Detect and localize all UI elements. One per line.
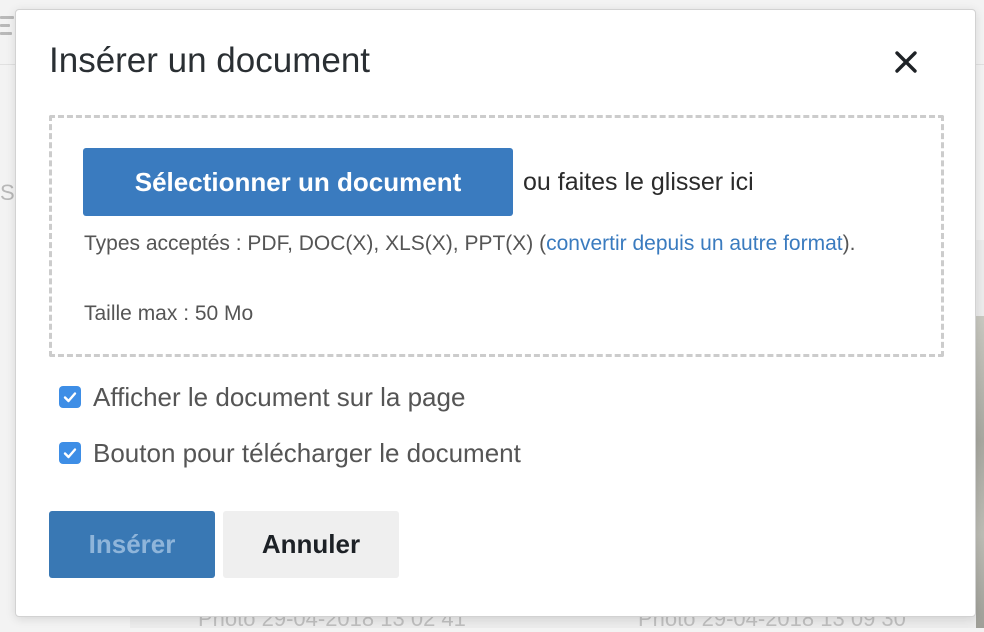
cancel-button[interactable]: Annuler <box>223 511 399 578</box>
download-button-checkbox[interactable] <box>59 442 81 464</box>
accepted-types-text: Types acceptés : PDF, DOC(X), XLS(X), PP… <box>84 226 914 261</box>
show-document-option[interactable]: Afficher le document sur la page <box>59 381 465 413</box>
accepted-types-suffix: ). <box>842 232 856 255</box>
sidebar-text-fragment: S <box>0 180 15 205</box>
insert-document-dialog: Insérer un document Sélectionner un docu… <box>15 9 976 617</box>
max-size-text: Taille max : 50 Mo <box>84 302 254 325</box>
photo-thumbnail <box>976 316 984 628</box>
insert-button[interactable]: Insérer <box>49 511 215 578</box>
dialog-title: Insérer un document <box>49 41 371 80</box>
drop-hint: ou faites le glisser ici <box>523 168 754 196</box>
file-dropzone[interactable]: Sélectionner un document ou faites le gl… <box>49 115 944 357</box>
show-document-label: Afficher le document sur la page <box>93 381 466 412</box>
close-icon <box>895 51 917 73</box>
checkmark-icon <box>63 448 77 459</box>
menu-icon[interactable] <box>0 16 14 40</box>
show-document-checkbox[interactable] <box>59 386 81 408</box>
accepted-types-prefix: Types acceptés : PDF, DOC(X), XLS(X), PP… <box>84 232 547 255</box>
download-button-option[interactable]: Bouton pour télécharger le document <box>59 437 521 469</box>
convert-format-link[interactable]: convertir depuis un autre format <box>546 232 842 255</box>
select-document-button[interactable]: Sélectionner un document <box>83 148 513 216</box>
checkmark-icon <box>63 392 77 403</box>
download-button-label: Bouton pour télécharger le document <box>93 437 521 468</box>
close-button[interactable] <box>884 42 928 82</box>
